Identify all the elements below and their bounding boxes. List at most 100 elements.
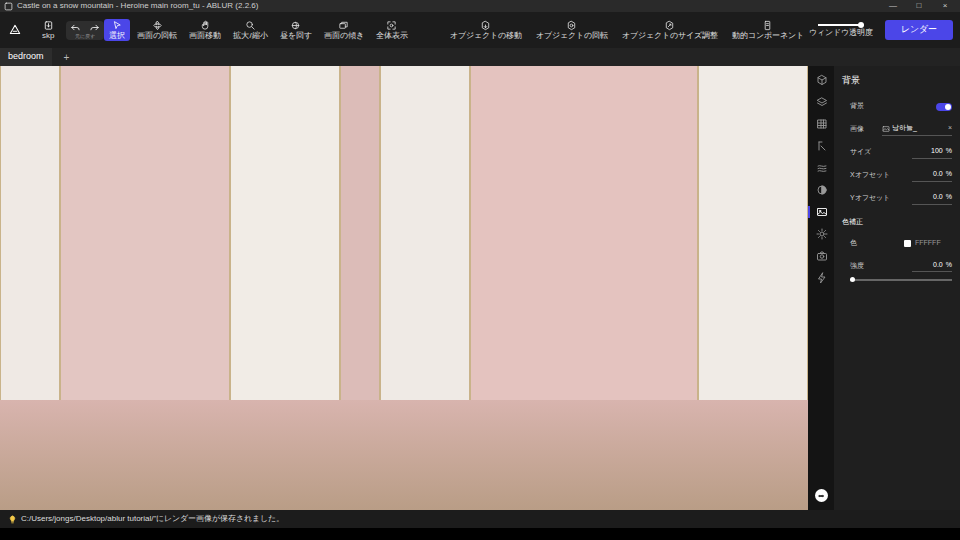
view-tool-label: 画面の傾き xyxy=(324,31,364,40)
view-tool[interactable]: 全体表示 xyxy=(371,19,413,41)
panel-tab[interactable] xyxy=(808,74,834,86)
color-swatch[interactable] xyxy=(904,240,911,247)
panel-tab-icon xyxy=(816,74,828,86)
logo-icon[interactable] xyxy=(8,23,22,37)
strength-field-field[interactable]: 0.0% xyxy=(912,260,952,273)
number-field-value: 100 xyxy=(931,146,943,157)
status-bar: C:/Users/jongs/Desktop/ablur tutorial/"に… xyxy=(0,510,960,528)
object-tool-label: オブジェクトのサイズ調整 xyxy=(622,31,718,40)
panel-tab[interactable] xyxy=(808,228,834,240)
object-tool[interactable]: オブジェクトの移動 xyxy=(445,19,527,41)
panel-tab[interactable] xyxy=(808,206,834,218)
transparency-knob[interactable] xyxy=(858,22,864,28)
view-tool-label: 全体表示 xyxy=(376,31,408,40)
number-field-value: 0.0 xyxy=(933,192,943,203)
view-tool-icon xyxy=(245,20,256,31)
panel-icon-strip xyxy=(808,66,834,510)
wall-panel xyxy=(60,66,230,400)
wall-panel xyxy=(230,66,340,400)
title-bar: Castle on a snow mountain - Heroine main… xyxy=(0,0,960,12)
lightbulb-icon xyxy=(8,515,17,524)
image-clear-button[interactable]: × xyxy=(948,123,952,134)
panel-tab[interactable] xyxy=(808,272,834,284)
add-tab-button[interactable]: + xyxy=(52,50,82,65)
panel-tab-icon xyxy=(816,96,828,108)
panel-tab-icon xyxy=(816,118,828,130)
skp-button[interactable]: skp xyxy=(42,20,54,41)
color-label: 色 xyxy=(850,238,904,249)
transparency-fill xyxy=(818,24,862,26)
window-control[interactable]: × xyxy=(934,0,956,12)
object-tool-label: オブジェクトの移動 xyxy=(450,31,522,40)
object-tool-icon xyxy=(762,20,773,31)
object-tool-icon xyxy=(480,20,491,31)
background-toggle[interactable] xyxy=(936,103,952,111)
undo-redo: 元に戻す xyxy=(66,21,104,40)
number-field-unit: % xyxy=(946,192,952,203)
panel-tab-icon xyxy=(816,206,828,218)
render-viewport[interactable] xyxy=(0,66,808,510)
color-row: 色 FFFFFF xyxy=(850,236,952,250)
view-tool[interactable]: 昼を回す xyxy=(275,19,317,41)
number-field-field[interactable]: 0.0% xyxy=(912,192,952,205)
window-control[interactable]: □ xyxy=(908,0,930,12)
import-icon xyxy=(43,20,54,31)
panel-tab[interactable] xyxy=(808,140,834,152)
view-tool-label: 画面の回転 xyxy=(137,31,177,40)
wall-panel xyxy=(340,66,380,400)
panel-tab[interactable] xyxy=(808,162,834,174)
tab-bar: bedroom+ xyxy=(0,48,960,66)
object-tool[interactable]: オブジェクトのサイズ調整 xyxy=(617,19,723,41)
chat-button[interactable] xyxy=(815,489,828,502)
app-icon xyxy=(4,2,13,11)
object-tool-icon xyxy=(566,20,577,31)
background-row: 背景 xyxy=(850,100,952,114)
strength-knob[interactable] xyxy=(850,277,855,282)
redo-icon[interactable] xyxy=(89,22,100,33)
bottom-edge xyxy=(0,528,960,540)
view-tool[interactable]: 拡大/縮小 xyxy=(228,19,272,41)
view-tool[interactable]: 画面移動 xyxy=(184,19,226,41)
number-field-unit: % xyxy=(946,169,952,180)
image-icon xyxy=(882,125,890,133)
wall-panel xyxy=(698,66,808,400)
scene-tab[interactable]: bedroom xyxy=(0,48,52,66)
view-tool-icon xyxy=(152,20,163,31)
view-tool-icon xyxy=(200,20,211,31)
panel-tab[interactable] xyxy=(808,96,834,108)
number-field-field[interactable]: 100% xyxy=(912,146,952,159)
panel-tab[interactable] xyxy=(808,118,834,130)
number-field-field[interactable]: 0.0% xyxy=(912,169,952,182)
wall-panel xyxy=(0,66,60,400)
view-tool-icon xyxy=(290,20,301,31)
panel-tab[interactable] xyxy=(808,250,834,262)
strength-track[interactable] xyxy=(850,279,952,281)
window-control[interactable]: — xyxy=(882,0,904,12)
view-tool[interactable]: 選択 xyxy=(104,19,130,41)
view-tool[interactable]: 画面の回転 xyxy=(132,19,182,41)
wall-panel xyxy=(470,66,698,400)
image-field[interactable]: 낭하늘_× xyxy=(882,123,952,136)
view-tool[interactable]: 画面の傾き xyxy=(319,19,369,41)
object-tool-icon xyxy=(664,20,675,31)
panel-tab[interactable] xyxy=(808,184,834,196)
panel-tab-icon xyxy=(816,250,828,262)
object-tool[interactable]: 動的コンポーネント xyxy=(727,19,809,41)
render-button[interactable]: レンダー xyxy=(885,20,953,40)
number-field-label: Xオフセット xyxy=(850,170,912,181)
image-row: 画像낭하늘_× xyxy=(850,123,952,137)
panel-body: 背景画像낭하늘_×サイズ100%Xオフセット0.0%Yオフセット0.0%色補正色… xyxy=(834,100,960,282)
undo-icon[interactable] xyxy=(70,22,81,33)
view-tool-label: 選択 xyxy=(109,31,125,40)
color-value[interactable]: FFFFFF xyxy=(915,238,941,249)
number-field-label: サイズ xyxy=(850,147,912,158)
view-tool-icon xyxy=(386,20,397,31)
status-message: C:/Users/jongs/Desktop/ablur tutorial/"に… xyxy=(21,513,284,525)
object-tool[interactable]: オブジェクトの回転 xyxy=(531,19,613,41)
transparency-control: ウィンドウ透明度 xyxy=(809,24,873,37)
background-label: 背景 xyxy=(850,101,936,112)
view-tool-label: 昼を回す xyxy=(280,31,312,40)
number-field-unit: % xyxy=(946,146,952,157)
window-title: Castle on a snow mountain - Heroine main… xyxy=(17,0,258,12)
transparency-track[interactable] xyxy=(818,24,864,26)
